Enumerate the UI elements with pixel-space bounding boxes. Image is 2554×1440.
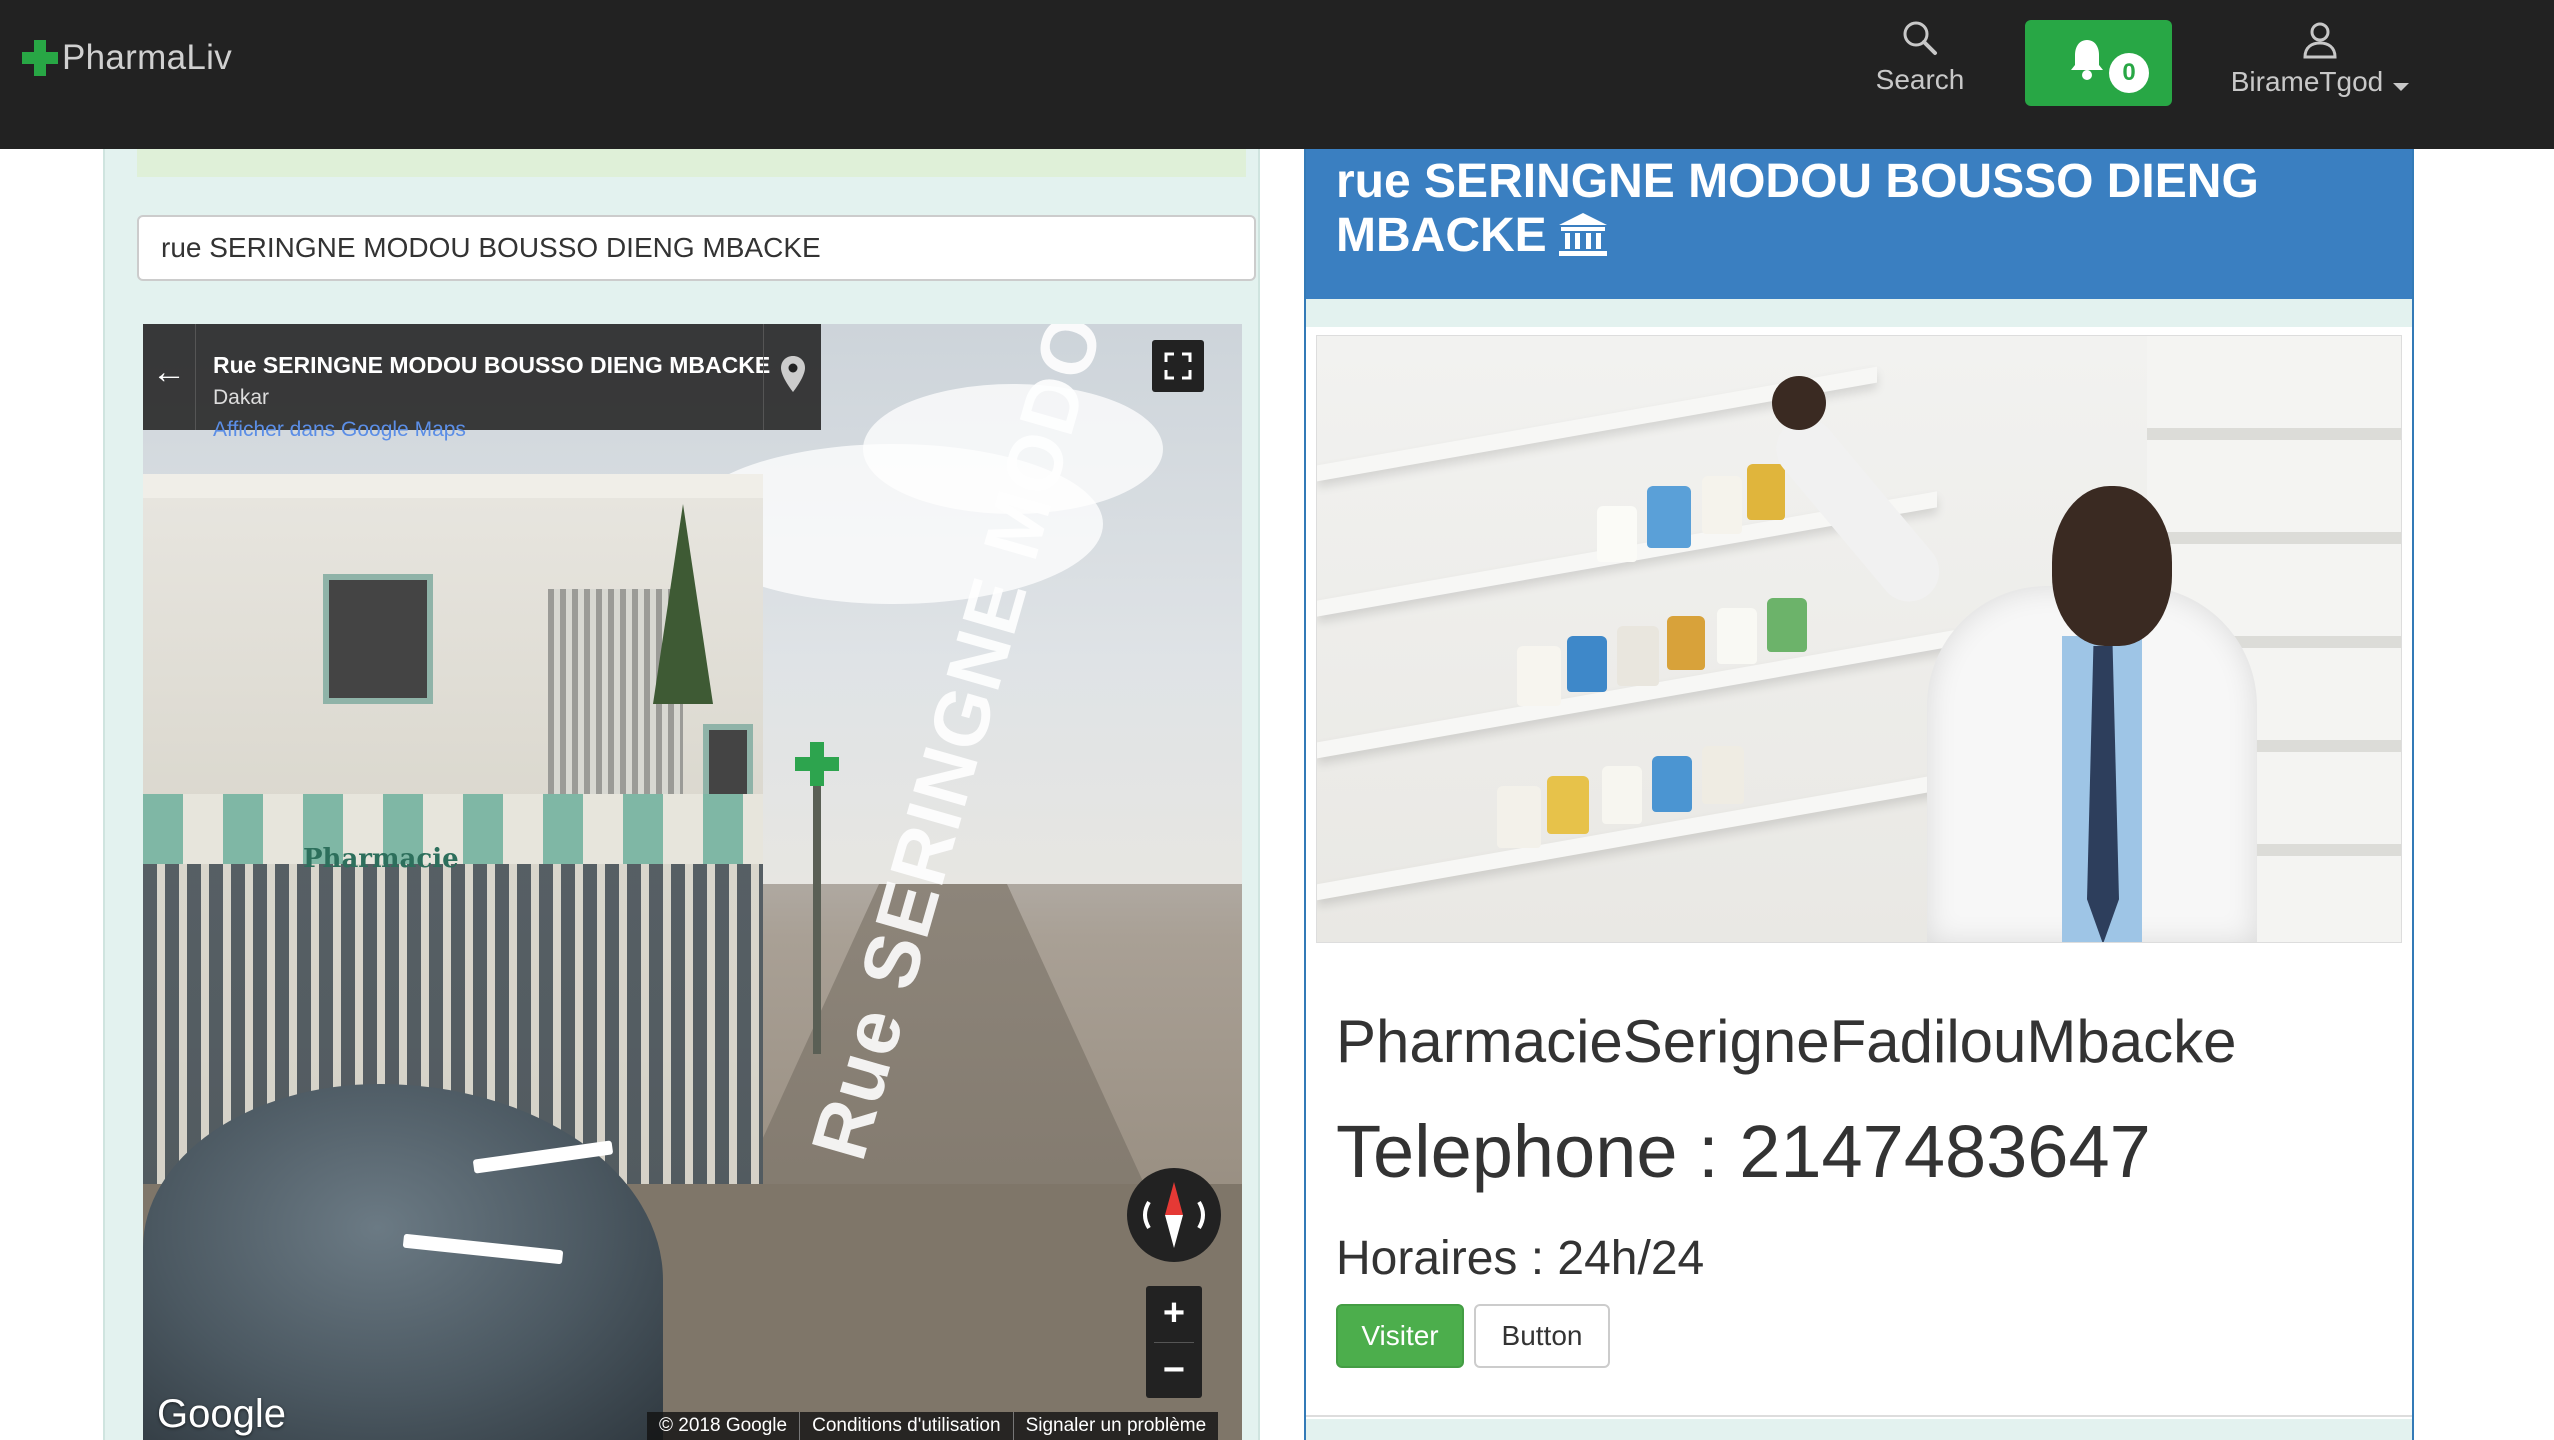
user-menu[interactable]: BirameTgod xyxy=(2220,20,2420,98)
card-divider xyxy=(1306,1415,2412,1417)
street-view-title: Rue SERINGNE MODOU BOUSSO DIENG MBACKE xyxy=(213,352,771,378)
medicine-bottle xyxy=(1767,598,1807,652)
back-arrow-icon[interactable]: ← xyxy=(143,324,196,430)
medicine-bottle xyxy=(1747,464,1785,520)
medicine-bottle xyxy=(1547,776,1589,834)
pharmacist-arm xyxy=(1764,406,1952,614)
street-view[interactable]: Pharmacie Rue SERINGNE MODOU DIENG ← Rue… xyxy=(143,324,1242,1440)
brand-name[interactable]: PharmaLiv xyxy=(62,38,232,78)
card-title: rue SERINGNE MODOU BOUSSO DIENG MBACKE xyxy=(1336,155,2336,263)
report-problem-link[interactable]: Signaler un problème xyxy=(1012,1412,1219,1440)
medicine-bottle xyxy=(1647,486,1691,548)
photo-background xyxy=(1317,336,2401,942)
map-pin-icon xyxy=(781,356,805,392)
card-strip xyxy=(1306,299,2412,327)
card-footer-strip xyxy=(1306,1419,2412,1440)
street-view-pole xyxy=(813,754,821,1054)
street-view-info-box: ← Rue SERINGNE MODOU BOUSSO DIENG MBACKE… xyxy=(143,324,822,441)
street-view-city: Dakar xyxy=(213,386,270,409)
nav-search[interactable]: Search xyxy=(1860,18,1980,96)
zoom-out-button[interactable]: − xyxy=(1146,1343,1202,1399)
terms-link[interactable]: Conditions d'utilisation xyxy=(799,1412,1012,1440)
compass-control[interactable] xyxy=(1127,1168,1221,1262)
pharmacy-cross-sign-icon xyxy=(795,742,839,786)
medicine-bottle xyxy=(1617,626,1659,686)
caret-down-icon[interactable] xyxy=(2393,82,2410,91)
location-pin-button[interactable] xyxy=(763,324,822,430)
fullscreen-icon xyxy=(1164,352,1192,380)
shelf xyxy=(1317,767,1977,901)
medicine-bottle xyxy=(1717,608,1757,664)
open-in-maps-link[interactable]: Afficher dans Google Maps xyxy=(213,418,466,442)
pharmacy-sign: Pharmacie xyxy=(303,844,459,874)
search-label[interactable]: Search xyxy=(1876,64,1965,95)
user-name[interactable]: BirameTgod xyxy=(2231,66,2384,97)
medicine-bottle xyxy=(1567,636,1607,692)
medicine-bottle xyxy=(1597,506,1637,562)
visit-button[interactable]: Visiter xyxy=(1336,1304,1464,1368)
card-header: rue SERINGNE MODOU BOUSSO DIENG MBACKE xyxy=(1306,149,2412,299)
pharmacist-hand xyxy=(1772,376,1826,430)
alert-strip xyxy=(137,149,1246,177)
user-icon xyxy=(2303,22,2337,59)
street-view-window xyxy=(323,574,433,704)
copyright-text: © 2018 Google xyxy=(659,1415,788,1436)
zoom-control: + − xyxy=(1146,1286,1202,1398)
card-title-text: rue SERINGNE MODOU BOUSSO DIENG MBACKE xyxy=(1336,155,2259,262)
fullscreen-button[interactable] xyxy=(1152,340,1204,392)
search-icon xyxy=(1903,21,1937,55)
bank-icon xyxy=(1558,213,1607,256)
compass-icon xyxy=(1143,1182,1205,1248)
street-view-roofline xyxy=(143,474,763,498)
pharmacy-cross-icon xyxy=(22,40,58,76)
medicine-bottle xyxy=(1602,766,1642,824)
bell-icon xyxy=(2071,40,2103,80)
notification-count-badge: 0 xyxy=(2109,53,2149,93)
google-logo: Google xyxy=(157,1392,286,1436)
top-navbar: PharmaLiv Search 0 BirameTgod xyxy=(0,0,2554,149)
secondary-button[interactable]: Button xyxy=(1474,1304,1610,1368)
pharmacy-hours: Horaires : 24h/24 xyxy=(1336,1232,1705,1285)
medicine-bottle xyxy=(1667,616,1705,670)
notifications-button[interactable]: 0 xyxy=(2025,20,2172,106)
address-input[interactable] xyxy=(137,215,1256,281)
pharmacy-phone: Telephone : 2147483647 xyxy=(1336,1110,2151,1193)
street-view-window xyxy=(703,724,753,804)
pharmacist-head xyxy=(2052,486,2172,646)
medicine-bottle xyxy=(1702,476,1742,534)
brand-logo[interactable]: PharmaLiv xyxy=(22,38,232,78)
medicine-bottle xyxy=(1517,646,1561,706)
medicine-bottle xyxy=(1497,786,1541,848)
medicine-bottle xyxy=(1652,756,1692,812)
zoom-in-button[interactable]: + xyxy=(1146,1286,1202,1342)
pharmacy-card: rue SERINGNE MODOU BOUSSO DIENG MBACKE P… xyxy=(1304,149,2414,1440)
street-view-footer: © 2018 Google Conditions d'utilisation S… xyxy=(647,1412,1219,1440)
pharmacy-name: PharmacieSerigneFadilouMbacke xyxy=(1336,1008,2237,1075)
medicine-bottle xyxy=(1702,746,1744,804)
pharmacist-photo xyxy=(1316,335,2402,943)
